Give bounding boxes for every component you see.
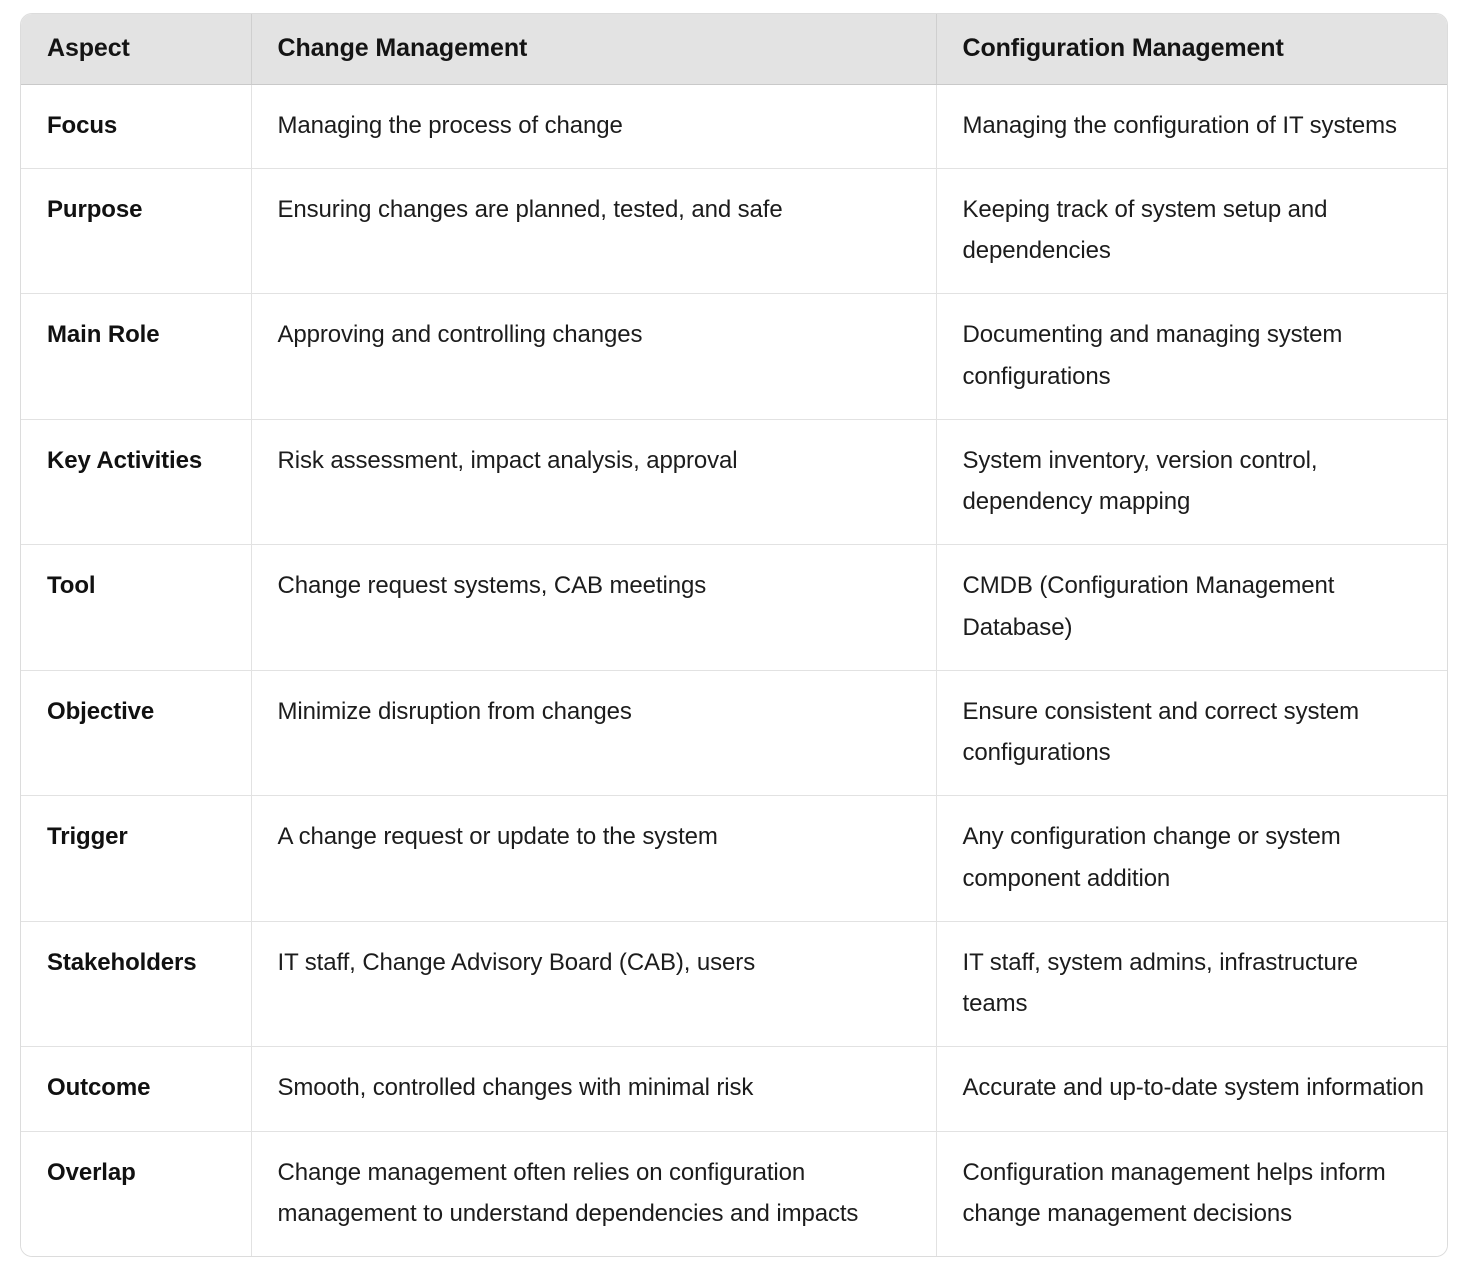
cell-configuration-management: Managing the configuration of IT systems — [936, 84, 1447, 169]
cell-change-management: A change request or update to the system — [251, 795, 937, 922]
table-header: Aspect Change Management Configuration M… — [21, 14, 1447, 85]
cell-configuration-management: System inventory, version control, depen… — [936, 419, 1447, 546]
cell-change-management: Managing the process of change — [251, 84, 937, 169]
table-row: Main Role Approving and controlling chan… — [21, 293, 1447, 420]
table-row: Trigger A change request or update to th… — [21, 795, 1447, 922]
cell-change-management: Change management often relies on config… — [251, 1131, 937, 1257]
cell-change-management: Ensuring changes are planned, tested, an… — [251, 168, 937, 295]
cell-aspect: Trigger — [21, 795, 252, 922]
column-header-change-management: Change Management — [251, 14, 937, 85]
cell-configuration-management: Ensure consistent and correct system con… — [936, 670, 1447, 797]
cell-configuration-management: Any configuration change or system compo… — [936, 795, 1447, 922]
cell-aspect: Stakeholders — [21, 921, 252, 1048]
cell-change-management: Approving and controlling changes — [251, 293, 937, 420]
cell-configuration-management: Accurate and up-to-date system informati… — [936, 1046, 1447, 1132]
table-row: Focus Managing the process of change Man… — [21, 84, 1447, 169]
cell-change-management: Smooth, controlled changes with minimal … — [251, 1046, 937, 1132]
cell-configuration-management: Configuration management helps inform ch… — [962, 1158, 1386, 1228]
comparison-table: Aspect Change Management Configuration M… — [21, 14, 1447, 1257]
comparison-table-container: Aspect Change Management Configuration M… — [20, 13, 1448, 1258]
table-row: Key Activities Risk assessment, impact a… — [21, 419, 1447, 546]
cell-aspect: Key Activities — [21, 419, 252, 546]
table-header-row: Aspect Change Management Configuration M… — [21, 14, 1447, 85]
cell-configuration-management: IT staff, system admins, infrastructure … — [936, 921, 1447, 1048]
column-header-configuration-management: Configuration Management — [936, 14, 1447, 85]
cell-configuration-management: Keeping track of system setup and depend… — [936, 168, 1447, 295]
cell-configuration-management: CMDB (Configuration Management Database) — [936, 544, 1447, 671]
table-body: Focus Managing the process of change Man… — [21, 84, 1447, 1257]
table-row: Tool Change request systems, CAB meeting… — [21, 544, 1447, 671]
cell-change-management: Minimize disruption from changes — [251, 670, 937, 797]
table-row: Outcome Smooth, controlled changes with … — [21, 1046, 1447, 1132]
column-header-aspect: Aspect — [21, 14, 252, 85]
cell-aspect: Outcome — [21, 1046, 252, 1132]
cell-change-management: Change request systems, CAB meetings — [251, 544, 937, 671]
page-container: Aspect Change Management Configuration M… — [0, 0, 1468, 1288]
cell-aspect: Objective — [21, 670, 252, 797]
cell-aspect: Main Role — [21, 293, 252, 420]
cell-aspect: Focus — [21, 84, 252, 169]
cell-change-management: IT staff, Change Advisory Board (CAB), u… — [251, 921, 937, 1048]
cell-configuration-management: Documenting and managing system configur… — [936, 293, 1447, 420]
table-row: Objective Minimize disruption from chang… — [21, 670, 1447, 797]
cell-aspect: Tool — [21, 544, 252, 671]
table-row: Purpose Ensuring changes are planned, te… — [21, 168, 1447, 295]
cell-aspect: Purpose — [21, 168, 252, 295]
cell-aspect: Overlap — [21, 1131, 252, 1257]
table-row: Stakeholders IT staff, Change Advisory B… — [21, 921, 1447, 1048]
cell-change-management: Risk assessment, impact analysis, approv… — [251, 419, 937, 546]
table-row: Overlap Change management often relies o… — [21, 1131, 1447, 1257]
